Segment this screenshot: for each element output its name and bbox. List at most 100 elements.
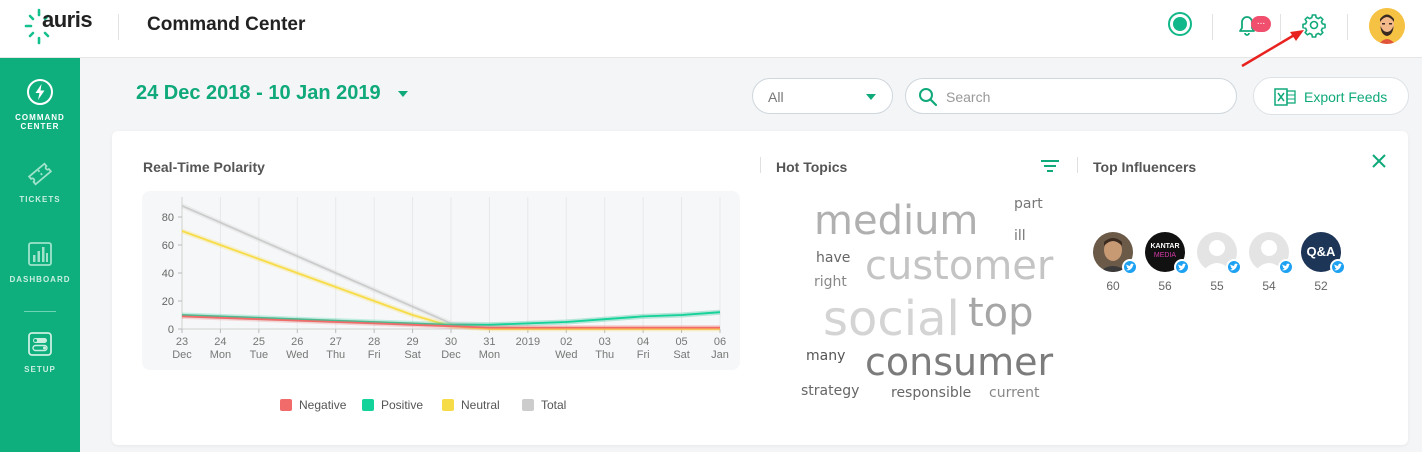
excel-icon — [1274, 88, 1296, 106]
sidebar-item-label: TICKETS — [19, 195, 61, 204]
chevron-down-icon[interactable] — [398, 91, 408, 97]
topic-word[interactable]: consumer — [865, 343, 1053, 381]
polarity-line-chart[interactable]: 02040608023Dec24Mon25Tue26Wed27Thu28Fri2… — [142, 191, 740, 370]
polarity-title: Real-Time Polarity — [143, 159, 265, 175]
y-tick-label: 80 — [162, 212, 174, 224]
y-tick-label: 60 — [162, 240, 174, 252]
topic-word[interactable]: current — [989, 386, 1040, 400]
influencer-avatar — [1093, 232, 1138, 275]
influencer-item[interactable]: 55 — [1196, 232, 1242, 293]
y-tick-label: 20 — [162, 296, 174, 308]
sidebar-item-command-center[interactable]: COMMAND CENTER — [0, 78, 80, 148]
x-tick-label: 06 — [714, 336, 726, 348]
x-tick-label: 26 — [291, 336, 303, 348]
logo-text: KANTAR — [1150, 243, 1180, 250]
x-tick-label: 30 — [445, 336, 457, 348]
sidebar-item-label: CENTER — [20, 122, 60, 131]
x-tick-label: Fri — [637, 349, 650, 361]
x-tick-label: Sat — [404, 349, 421, 361]
search-input[interactable] — [946, 87, 1226, 107]
export-feeds-label: Export Feeds — [1304, 89, 1388, 105]
logo-text: MEDIA — [1153, 252, 1177, 259]
twitter-icon — [1278, 259, 1294, 275]
x-tick-label: 03 — [599, 336, 611, 348]
topic-word[interactable]: right — [814, 275, 847, 289]
legend-swatch — [362, 399, 374, 411]
influencer-item[interactable]: 60 — [1092, 232, 1138, 293]
twitter-icon — [1174, 259, 1190, 275]
x-tick-label: 04 — [637, 336, 649, 348]
divider — [1347, 14, 1348, 40]
influencer-item[interactable]: KANTAR MEDIA 56 — [1144, 232, 1190, 293]
y-tick-label: 0 — [168, 324, 174, 336]
sidebar-item-label: DASHBOARD — [9, 275, 71, 284]
sidebar-item-label: COMMAND — [15, 113, 65, 122]
topic-word[interactable]: medium — [814, 201, 978, 241]
topic-word[interactable]: responsible — [891, 386, 971, 400]
toggle-settings-icon — [28, 332, 52, 356]
topic-word[interactable]: ill — [1014, 229, 1026, 243]
sidebar-item-setup[interactable]: SETUP — [0, 330, 80, 400]
influencer-count: 56 — [1158, 279, 1172, 293]
hot-topics-title: Hot Topics — [776, 159, 848, 175]
divider — [1212, 14, 1213, 40]
ticket-icon — [27, 162, 53, 186]
date-range-picker[interactable]: 24 Dec 2018 - 10 Jan 2019 — [136, 82, 381, 105]
status-online-icon[interactable] — [1168, 12, 1192, 36]
x-tick-label: 28 — [368, 336, 380, 348]
x-tick-label: Thu — [595, 349, 614, 361]
influencer-item[interactable]: Q&A 52 — [1300, 232, 1346, 293]
x-tick-label: Wed — [555, 349, 577, 361]
x-tick-label: 02 — [560, 336, 572, 348]
x-tick-label: 29 — [406, 336, 418, 348]
x-tick-label: Mon — [210, 349, 231, 361]
twitter-icon — [1122, 259, 1138, 275]
legend-swatch — [442, 399, 454, 411]
x-tick-label: 27 — [330, 336, 342, 348]
influencer-item[interactable]: 54 — [1248, 232, 1294, 293]
command-center-card: Real-Time Polarity Hot Topics Top Influe… — [112, 131, 1408, 445]
legend-label: Total — [541, 398, 567, 412]
channel-select[interactable]: All — [752, 78, 893, 114]
topic-word[interactable]: top — [968, 293, 1034, 333]
divider — [1077, 157, 1078, 173]
topic-word[interactable]: have — [816, 251, 850, 265]
x-tick-label: 05 — [675, 336, 687, 348]
sidebar-item-tickets[interactable]: TICKETS — [0, 160, 80, 230]
influencer-count: 54 — [1262, 279, 1276, 293]
x-tick-label: Wed — [286, 349, 308, 361]
top-bar: auris Command Center ... — [0, 0, 1422, 58]
close-icon[interactable] — [1370, 152, 1388, 170]
legend-swatch — [280, 399, 292, 411]
influencer-avatar: Q&A — [1301, 232, 1346, 275]
annotation-arrow — [1241, 30, 1304, 68]
sidebar-item-label: SETUP — [24, 365, 56, 374]
x-tick-label: Dec — [172, 349, 192, 361]
filter-lines-icon[interactable] — [1041, 159, 1059, 173]
twitter-icon — [1330, 259, 1346, 275]
chevron-down-icon — [866, 94, 876, 100]
legend-label: Negative — [299, 398, 347, 412]
x-tick-label: Fri — [368, 349, 381, 361]
search-icon — [919, 88, 938, 107]
x-tick-label: Dec — [441, 349, 461, 361]
topic-word[interactable]: strategy — [801, 384, 859, 398]
logo-text: Q&A — [1306, 244, 1336, 259]
topic-word[interactable]: part — [1014, 197, 1043, 211]
influencer-count: 52 — [1314, 279, 1328, 293]
topic-word[interactable]: many — [806, 349, 845, 363]
topic-word[interactable]: customer — [865, 246, 1053, 286]
influencer-avatar — [1249, 232, 1294, 275]
sidebar: COMMAND CENTER TICKETS DASHBOARD SETUP — [0, 58, 80, 452]
search-box — [905, 78, 1237, 114]
x-tick-label: 24 — [214, 336, 226, 348]
influencer-count: 55 — [1210, 279, 1224, 293]
bar-chart-icon — [28, 242, 52, 266]
channel-select-value: All — [768, 89, 784, 105]
x-tick-label: Tue — [250, 349, 269, 361]
topic-word[interactable]: social — [823, 295, 960, 343]
x-tick-label: 31 — [483, 336, 495, 348]
export-feeds-button[interactable]: Export Feeds — [1253, 77, 1409, 115]
sidebar-item-dashboard[interactable]: DASHBOARD — [0, 240, 80, 310]
user-avatar[interactable] — [1369, 8, 1405, 44]
